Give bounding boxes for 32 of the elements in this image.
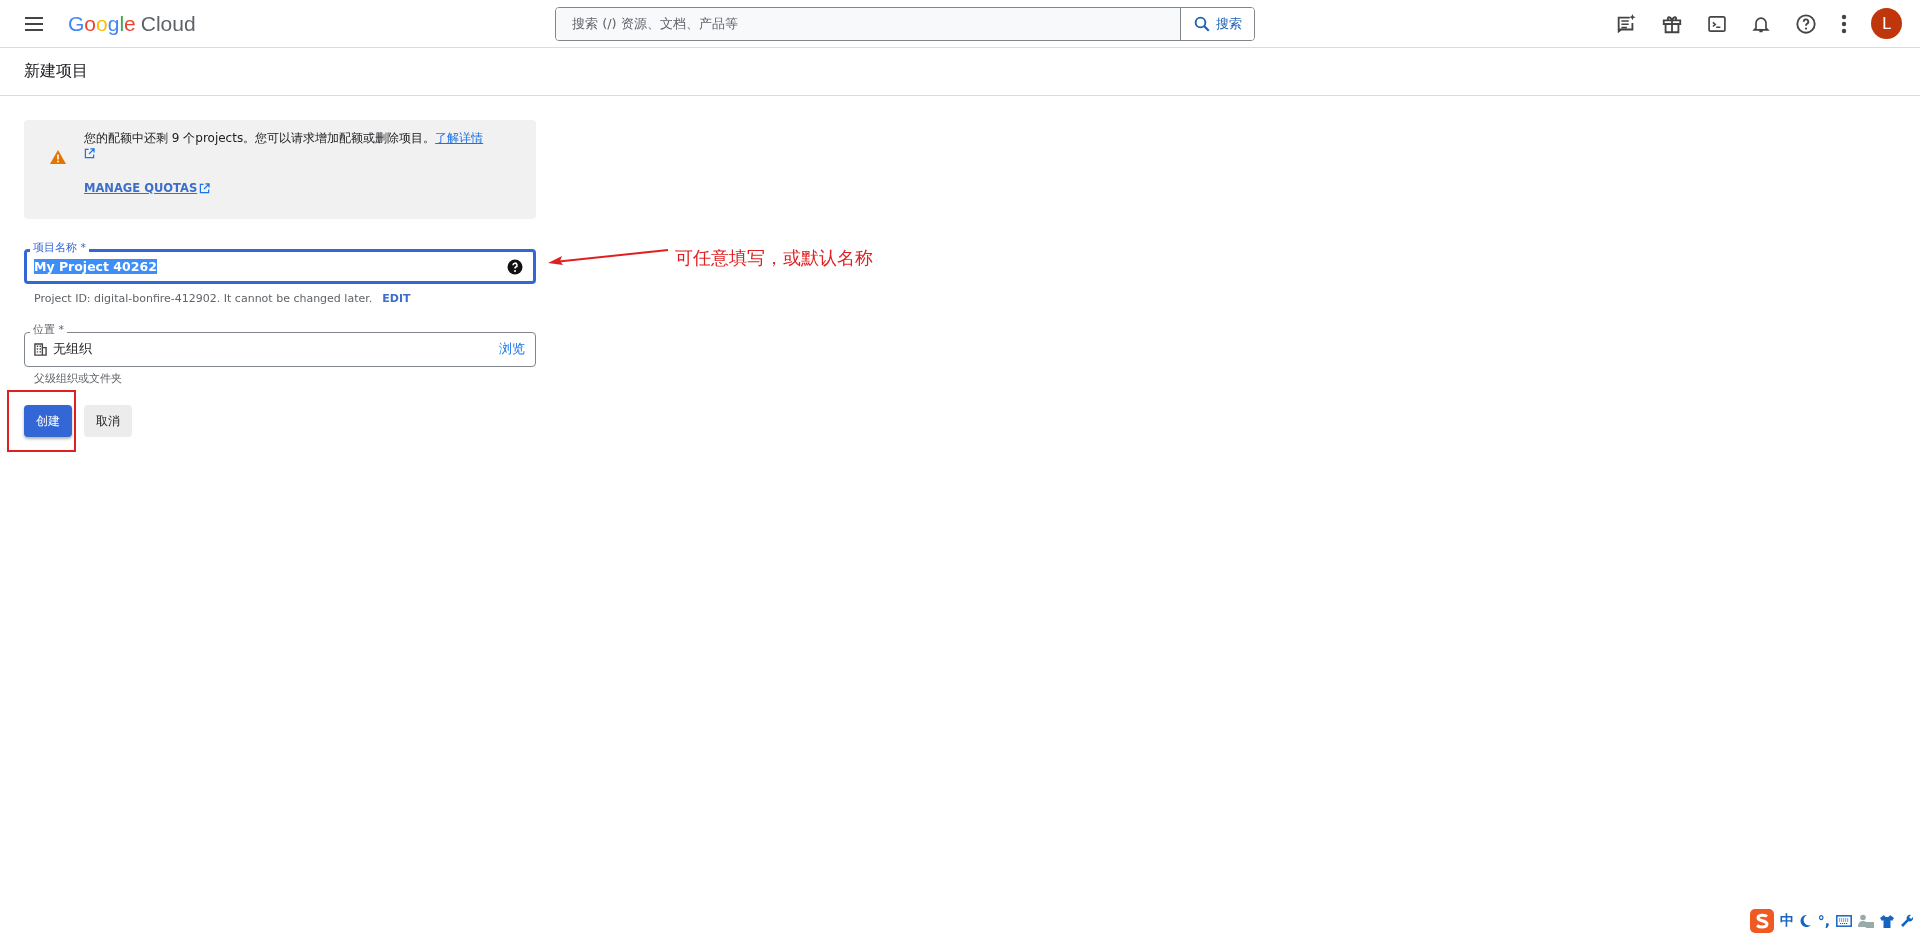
- cancel-button[interactable]: 取消: [84, 405, 132, 437]
- create-button[interactable]: 创建: [24, 405, 72, 437]
- external-link-icon[interactable]: [199, 182, 211, 194]
- avatar[interactable]: L: [1871, 8, 1902, 39]
- more-icon[interactable]: [1841, 13, 1847, 34]
- keyboard-icon[interactable]: [1836, 915, 1852, 927]
- ime-punctuation[interactable]: °,: [1817, 913, 1830, 929]
- terminal-icon[interactable]: [1707, 13, 1727, 34]
- project-id-text: Project ID: digital-bonfire-412902. It cannot be changed later.: [34, 292, 373, 305]
- annotation-text: 可任意填写，或默认名称: [675, 245, 873, 270]
- building-icon: [34, 343, 47, 356]
- learn-more-link[interactable]: 了解详情: [435, 131, 484, 145]
- help-icon[interactable]: [1795, 12, 1817, 35]
- location-hint: 父级组织或文件夹: [34, 371, 123, 386]
- manage-quotas-link[interactable]: MANAGE QUOTAS: [84, 181, 198, 195]
- warning-icon: [50, 150, 66, 164]
- ime-mode[interactable]: 中: [1779, 912, 1794, 930]
- wrench-icon[interactable]: [1900, 914, 1914, 928]
- field-label: 位置 *: [30, 323, 67, 336]
- help-icon[interactable]: [507, 258, 523, 275]
- field-label: 项目名称 *: [30, 241, 89, 254]
- google-cloud-logo[interactable]: Google Cloud: [68, 11, 196, 36]
- shirt-icon[interactable]: [1880, 914, 1894, 928]
- moon-icon[interactable]: [1799, 914, 1812, 928]
- page-title: 新建项目: [24, 61, 88, 82]
- edit-link[interactable]: EDIT: [382, 292, 411, 305]
- menu-icon[interactable]: [25, 16, 43, 31]
- browse-link[interactable]: 浏览: [499, 341, 525, 358]
- external-link-icon[interactable]: [84, 148, 95, 159]
- quota-message: 您的配额中还剩 9 个projects。您可以请求增加配额或删除项目。了解详情: [84, 130, 484, 146]
- ime-logo-icon[interactable]: [1749, 909, 1774, 933]
- chat-sparkle-icon[interactable]: [1615, 12, 1637, 35]
